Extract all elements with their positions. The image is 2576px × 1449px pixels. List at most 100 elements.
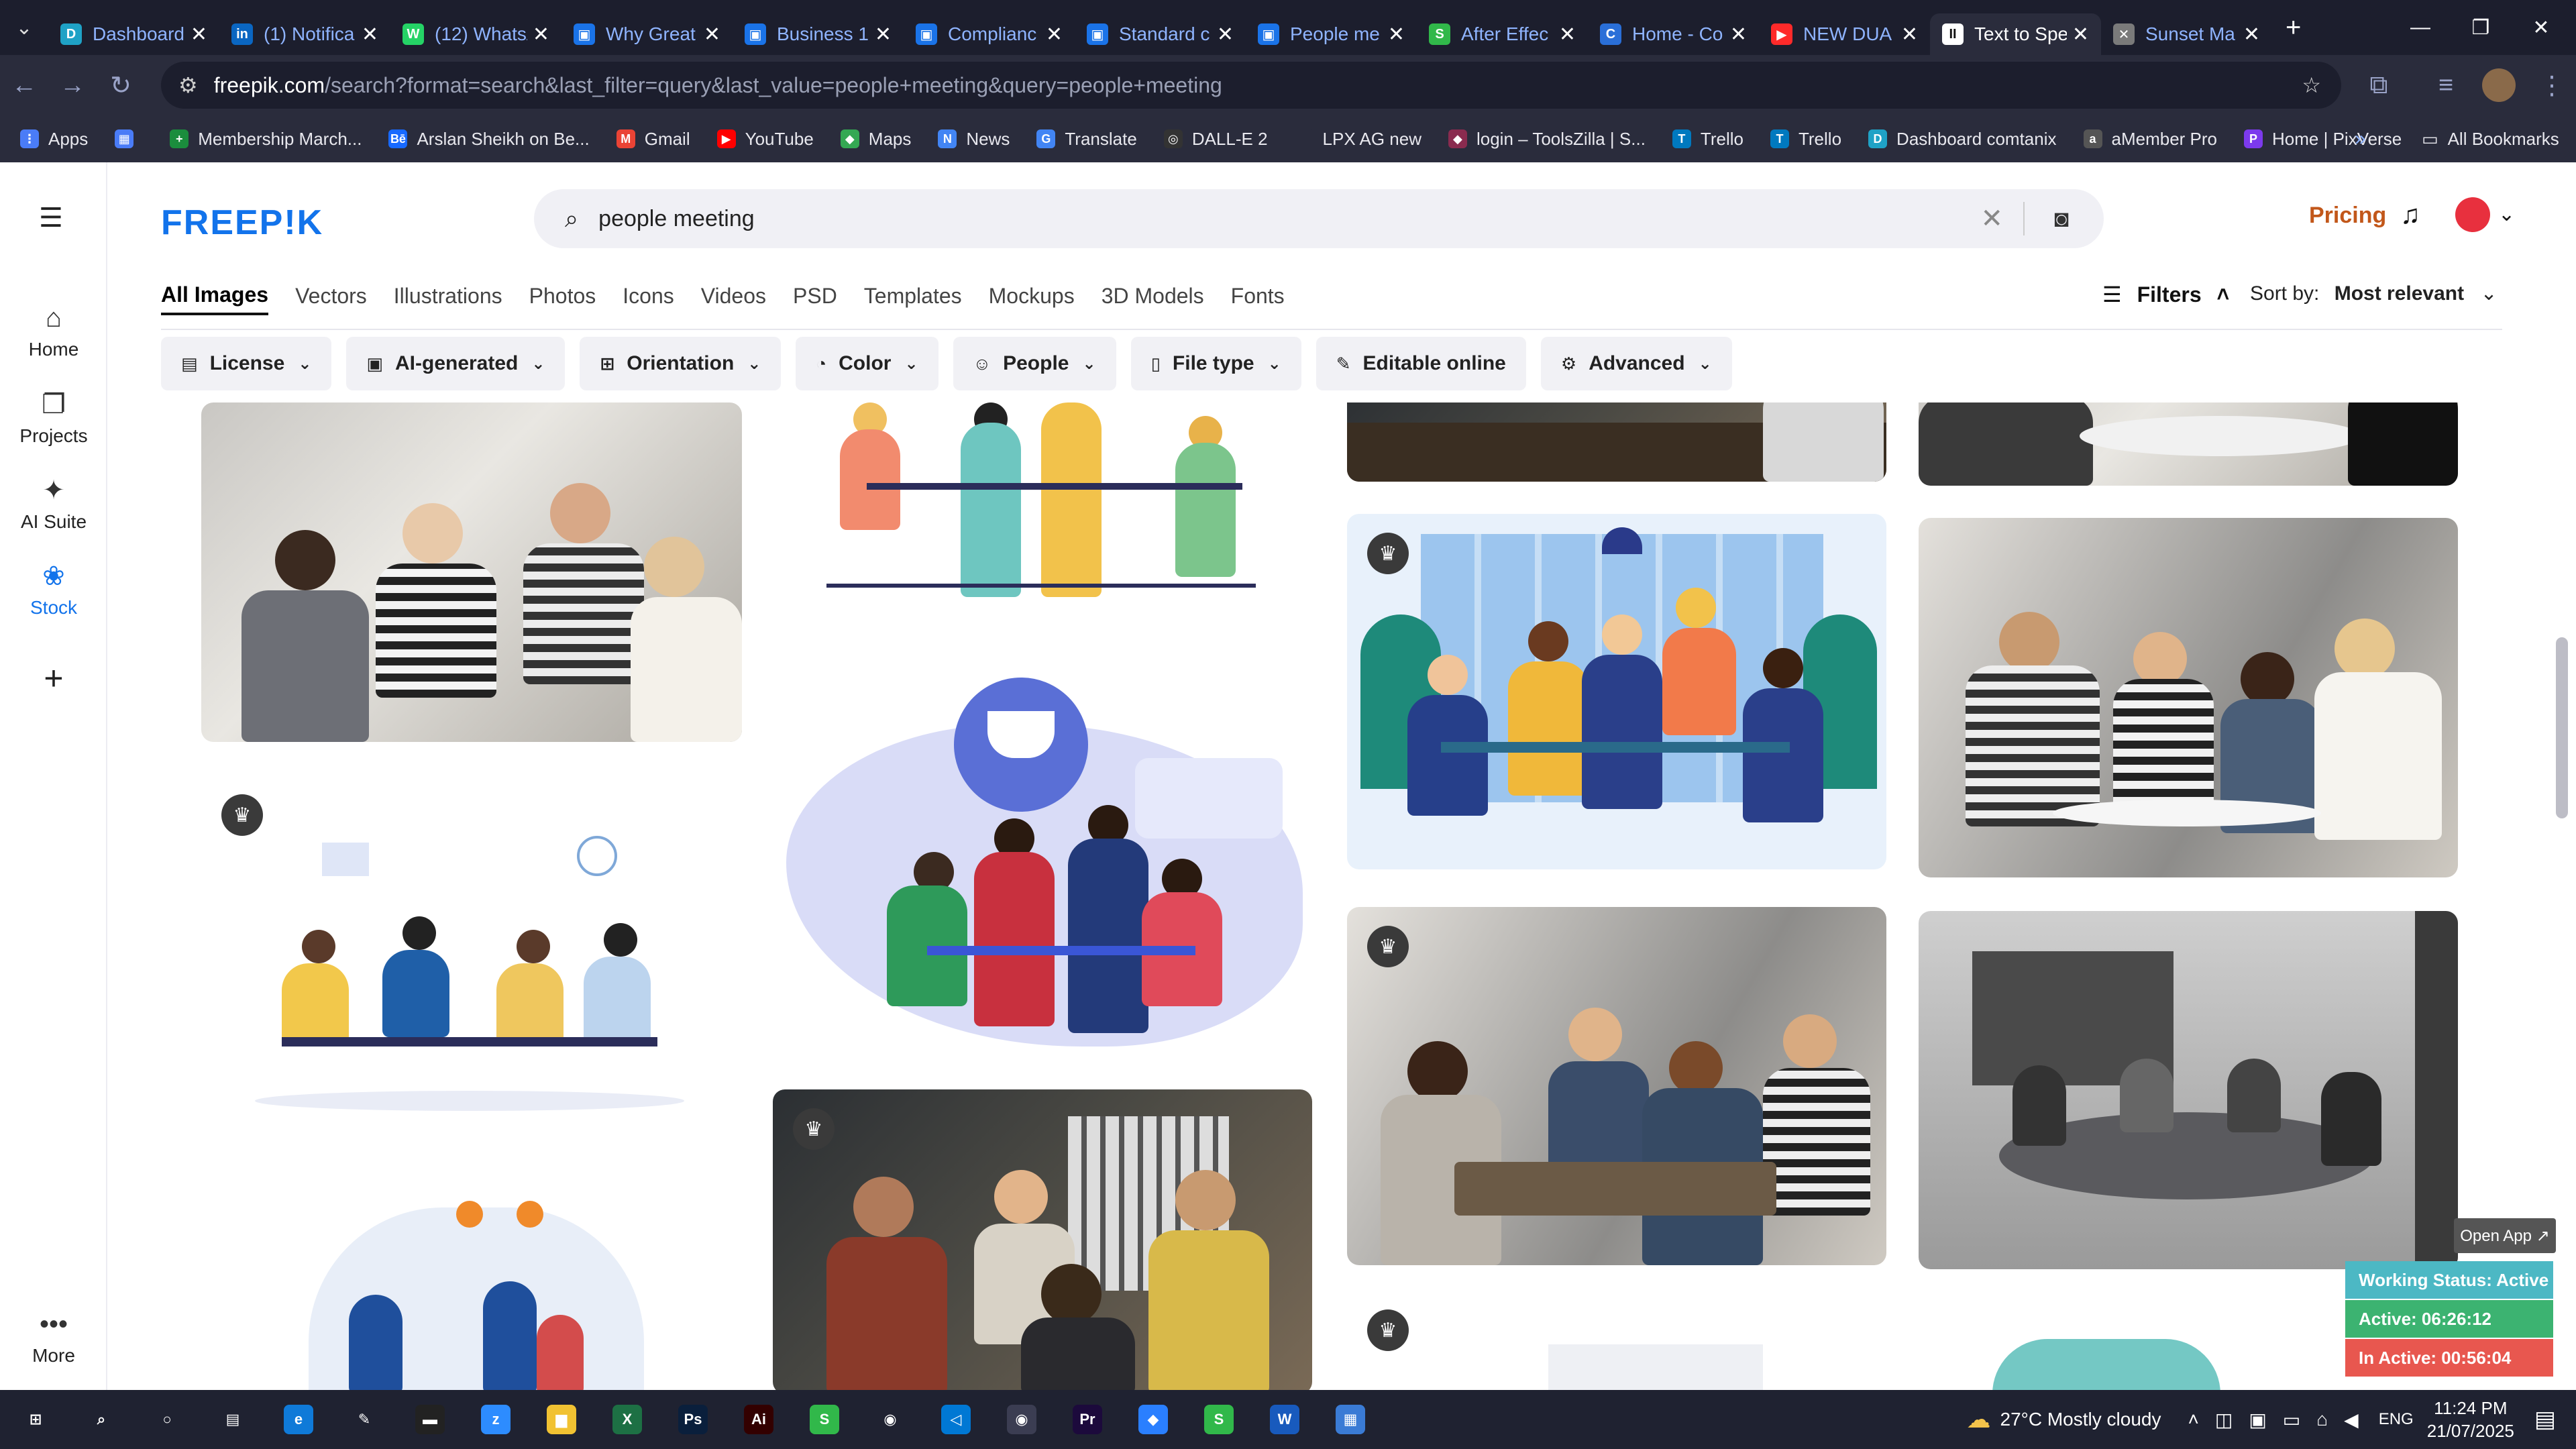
image-card[interactable]: ♛: [201, 775, 742, 1124]
bookmark-item[interactable]: T Trello: [1770, 129, 1841, 150]
clear-search-icon[interactable]: ✕: [1980, 203, 2003, 234]
tab-templates[interactable]: Templates: [864, 284, 962, 314]
filter-editable-online-button[interactable]: ✎ Editable online: [1316, 337, 1526, 390]
clock[interactable]: 11:24 PM 21/07/2025: [2427, 1397, 2514, 1442]
browser-tab[interactable]: II Text to Spe ✕: [1930, 13, 2101, 55]
tab-mockups[interactable]: Mockups: [989, 284, 1075, 314]
tab-close-icon[interactable]: ✕: [1046, 23, 1063, 46]
url-field[interactable]: ⚙ freepik.com/search?format=search&last_…: [161, 62, 2341, 109]
filter-file-type-button[interactable]: ▯ File type ⌄: [1130, 337, 1301, 390]
new-tab-button[interactable]: +: [2286, 13, 2301, 43]
search-bar[interactable]: ⌕ people meeting ✕ ◙: [534, 189, 2104, 248]
taskbar-app-icon[interactable]: ▤: [200, 1390, 266, 1449]
filters-toggle[interactable]: ☰ Filters ˄: [2102, 282, 2229, 307]
profile-avatar[interactable]: [2482, 68, 2516, 102]
bookmark-item[interactable]: D Dashboard comtanix: [1868, 129, 2057, 150]
tab-close-icon[interactable]: ✕: [1730, 23, 1747, 46]
image-card[interactable]: [1347, 402, 1886, 482]
bookmark-item[interactable]: ◎ DALL-E 2: [1163, 129, 1268, 150]
image-card[interactable]: ♛: [773, 1089, 1312, 1394]
bookmark-item[interactable]: ▶ YouTube: [716, 129, 814, 150]
browser-tab[interactable]: ▶ NEW DUA ✕: [1759, 13, 1930, 55]
bookmark-star-icon[interactable]: ☆: [2302, 72, 2321, 98]
browser-menu-icon[interactable]: ⋮: [2528, 55, 2576, 115]
notifications-icon[interactable]: ▤: [2534, 1406, 2556, 1433]
filter-color-button[interactable]: ◔ Color ⌄: [796, 337, 938, 390]
taskbar-app-icon[interactable]: S: [792, 1390, 857, 1449]
browser-tab[interactable]: S After Effec ✕: [1417, 13, 1588, 55]
filter-orientation-button[interactable]: ⊞ Orientation ⌄: [580, 337, 782, 390]
network-icon[interactable]: ⌂: [2316, 1409, 2328, 1430]
image-card[interactable]: [201, 1161, 742, 1394]
browser-tab[interactable]: ▣ Why Great ✕: [561, 13, 733, 55]
taskbar-app-icon[interactable]: X: [594, 1390, 660, 1449]
bookmark-item[interactable]: ▦: [115, 129, 143, 148]
minimize-button[interactable]: —: [2391, 0, 2450, 55]
tab-psd[interactable]: PSD: [793, 284, 837, 314]
media-control-icon[interactable]: ≡: [2422, 55, 2470, 115]
sidebar-item-ai-suite[interactable]: ✦ AI Suite: [0, 475, 107, 533]
hamburger-menu-icon[interactable]: ☰: [39, 203, 63, 233]
tab-close-icon[interactable]: ✕: [1901, 23, 1918, 46]
bell-icon[interactable]: ♫: [2400, 200, 2420, 230]
tab-close-icon[interactable]: ✕: [362, 23, 378, 46]
browser-tab[interactable]: ▣ Complianc ✕: [904, 13, 1075, 55]
bookmark-item[interactable]: LPX AG new: [1294, 129, 1421, 150]
bookmark-item[interactable]: a aMember Pro: [2083, 129, 2217, 150]
taskbar-app-icon[interactable]: W: [1252, 1390, 1318, 1449]
tab-close-icon[interactable]: ✕: [533, 23, 549, 46]
bookmark-item[interactable]: ⋮ Apps: [20, 129, 88, 150]
tab-close-icon[interactable]: ✕: [875, 23, 892, 46]
tray-expand-icon[interactable]: ˄: [2188, 1409, 2198, 1430]
sort-dropdown[interactable]: Sort by: Most relevant ⌄: [2250, 282, 2498, 305]
browser-tab[interactable]: ▣ Business 1 ✕: [733, 13, 904, 55]
browser-tab[interactable]: ▣ Standard c ✕: [1075, 13, 1246, 55]
add-icon[interactable]: +: [0, 659, 107, 698]
bookmark-item[interactable]: G Translate: [1036, 129, 1137, 150]
bookmark-item[interactable]: M Gmail: [616, 129, 690, 150]
user-avatar[interactable]: [2455, 197, 2490, 232]
image-card[interactable]: [773, 402, 1312, 617]
sidebar-item-home[interactable]: ⌂ Home: [0, 303, 107, 360]
taskbar-app-icon[interactable]: ✎: [331, 1390, 397, 1449]
tab-close-icon[interactable]: ✕: [191, 23, 207, 46]
tab-close-icon[interactable]: ✕: [2072, 23, 2089, 46]
close-window-button[interactable]: ✕: [2512, 0, 2571, 55]
filter-ai-generated-button[interactable]: ▣ AI-generated ⌄: [346, 337, 566, 390]
browser-tab[interactable]: in (1) Notifica ✕: [219, 13, 390, 55]
site-info-icon[interactable]: ⚙: [178, 72, 198, 98]
image-card[interactable]: [1919, 402, 2458, 486]
tab-3d-models[interactable]: 3D Models: [1102, 284, 1204, 314]
tab-vectors[interactable]: Vectors: [295, 284, 367, 314]
tab-photos[interactable]: Photos: [529, 284, 596, 314]
image-card[interactable]: ♛: [1347, 514, 1886, 869]
search-input[interactable]: people meeting: [598, 206, 755, 232]
all-bookmarks-folder[interactable]: ▭ All Bookmarks: [2422, 129, 2559, 150]
tab-close-icon[interactable]: ✕: [1559, 23, 1576, 46]
meet-icon[interactable]: ◫: [2215, 1409, 2233, 1431]
filter-people-button[interactable]: ☺ People ⌄: [953, 337, 1116, 390]
language-indicator[interactable]: ENG: [2379, 1410, 2414, 1429]
tab-close-icon[interactable]: ✕: [2243, 23, 2260, 46]
bookmark-item[interactable]: P Home | PixVerse: [2244, 129, 2402, 150]
bookmark-item[interactable]: N News: [938, 129, 1010, 150]
bookmark-item[interactable]: ◆ Maps: [840, 129, 911, 150]
restore-button[interactable]: ❐: [2451, 0, 2510, 55]
tab-fonts[interactable]: Fonts: [1231, 284, 1285, 314]
taskbar-app-icon[interactable]: ▦: [1318, 1390, 1383, 1449]
back-button[interactable]: ←: [0, 55, 48, 115]
bookmark-item[interactable]: ◆ login – ToolsZilla | S...: [1448, 129, 1646, 150]
tab-search-chevron-icon[interactable]: ⌄: [0, 0, 48, 55]
tab-close-icon[interactable]: ✕: [1217, 23, 1234, 46]
tab-close-icon[interactable]: ✕: [704, 23, 720, 46]
battery-icon[interactable]: ▭: [2283, 1409, 2300, 1431]
reload-button[interactable]: ↻: [97, 55, 145, 115]
sidebar-item-stock[interactable]: ❀ Stock: [0, 561, 107, 619]
browser-tab[interactable]: C Home - Co ✕: [1588, 13, 1759, 55]
taskbar-app-icon[interactable]: ◁: [923, 1390, 989, 1449]
taskbar-app-icon[interactable]: Pr: [1055, 1390, 1120, 1449]
image-card[interactable]: [201, 402, 742, 742]
more-bookmarks-icon[interactable]: »: [2355, 127, 2366, 150]
sidebar-item-more[interactable]: ••• More: [0, 1309, 107, 1366]
page-scrollbar[interactable]: [2556, 637, 2568, 818]
